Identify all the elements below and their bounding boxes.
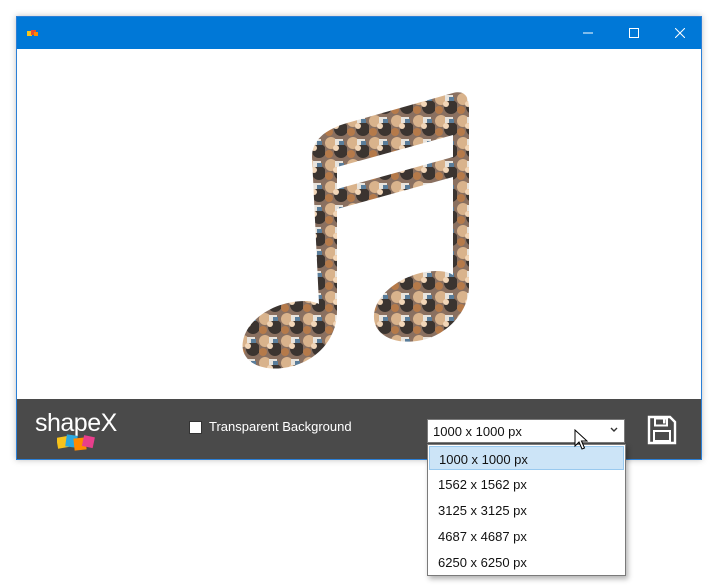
transparent-background-checkbox[interactable] [189, 421, 202, 434]
app-window: shapeX Transparent Background 1000 x 100… [16, 16, 702, 460]
chevron-down-icon [610, 427, 618, 432]
transparent-background-label: Transparent Background [209, 419, 352, 434]
size-option[interactable]: 4687 x 4687 px [429, 524, 624, 548]
maximize-button[interactable] [611, 17, 657, 49]
size-option[interactable]: 1562 x 1562 px [429, 472, 624, 496]
preview-canvas [17, 49, 701, 399]
mouse-pointer-icon [574, 429, 588, 450]
size-option[interactable]: 6250 x 6250 px [429, 550, 624, 574]
app-icon [27, 27, 39, 39]
size-option[interactable]: 3125 x 3125 px [429, 498, 624, 522]
size-dropdown-list: 1000 x 1000 px 1562 x 1562 px 3125 x 312… [427, 444, 626, 576]
size-select-value: 1000 x 1000 px [433, 424, 522, 439]
minimize-button[interactable] [565, 17, 611, 49]
size-select[interactable]: 1000 x 1000 px [427, 419, 625, 443]
size-option[interactable]: 1000 x 1000 px [429, 446, 624, 470]
maximize-icon [629, 28, 639, 38]
shapex-logo: shapeX [33, 405, 123, 453]
close-icon [675, 28, 685, 38]
minimize-icon [583, 32, 593, 34]
close-button[interactable] [657, 17, 703, 49]
save-button[interactable] [646, 414, 678, 446]
music-note-collage [242, 92, 469, 369]
title-bar [17, 17, 701, 49]
save-icon [647, 415, 677, 445]
